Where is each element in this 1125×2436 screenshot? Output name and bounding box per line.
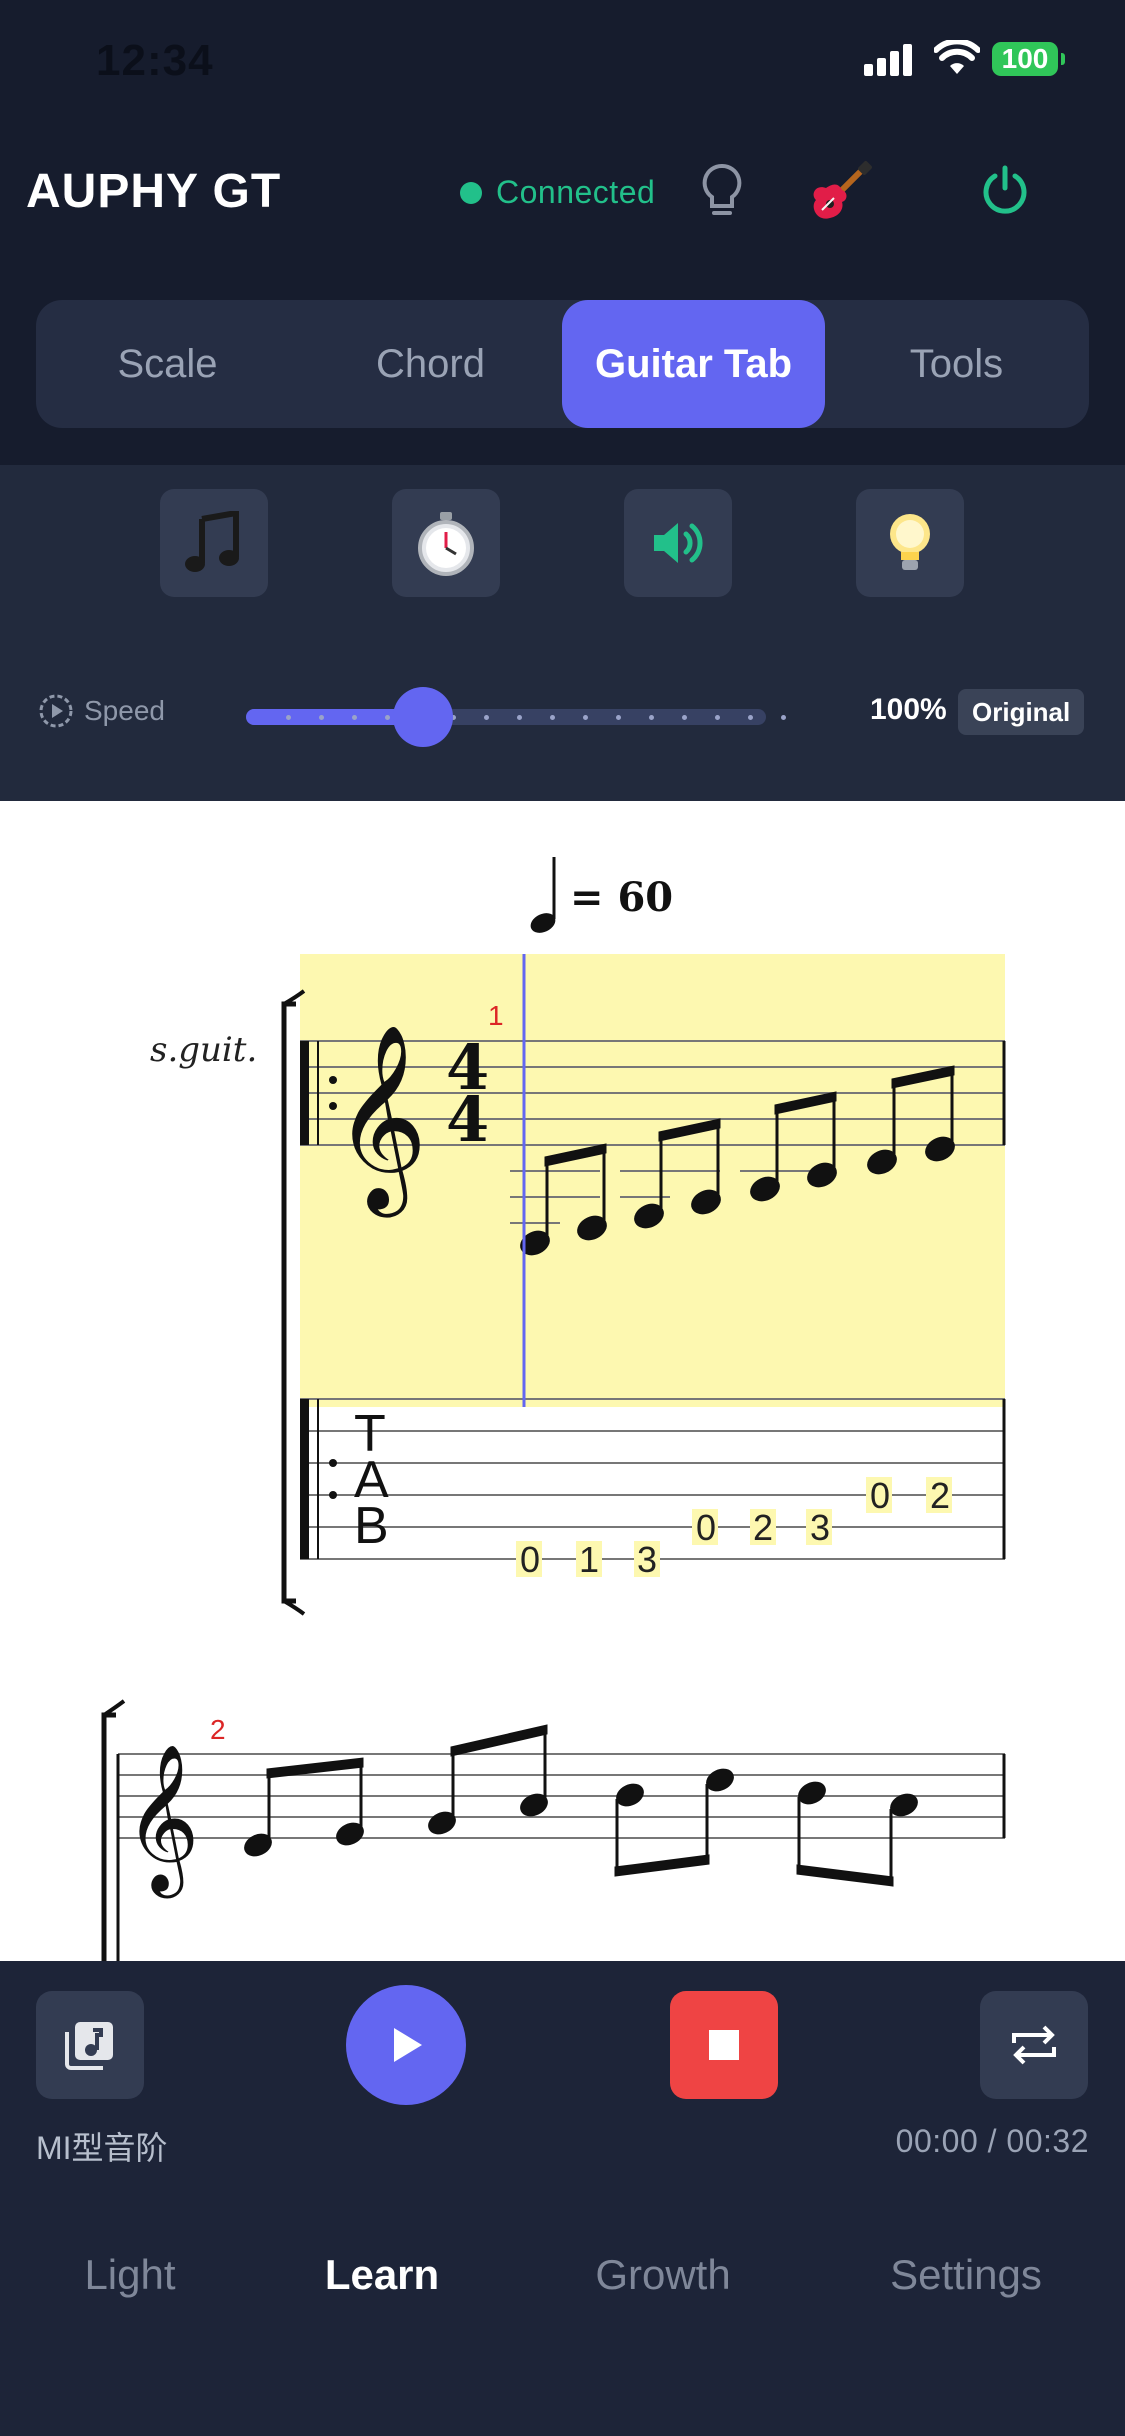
tools-panel: Speed 100% Original bbox=[0, 465, 1125, 801]
tab-tools[interactable]: Tools bbox=[825, 300, 1088, 428]
slider-tick bbox=[649, 715, 654, 720]
app-header: 12:34 100 AUPHY GT Connected Scale Chord… bbox=[0, 0, 1125, 465]
player-bar: MI型音阶 00:00 / 00:32 bbox=[0, 1961, 1125, 2181]
speaker-icon bbox=[654, 523, 703, 563]
guitar-icon[interactable] bbox=[808, 160, 872, 226]
light-button[interactable] bbox=[856, 489, 964, 597]
stop-button[interactable] bbox=[670, 1991, 778, 2099]
nav-settings[interactable]: Settings bbox=[836, 2251, 1096, 2299]
speed-icon bbox=[39, 694, 73, 728]
slider-tick bbox=[781, 715, 786, 720]
signal-icon bbox=[864, 44, 916, 76]
speed-original-badge[interactable]: Original bbox=[958, 689, 1085, 735]
connection-status: Connected bbox=[496, 174, 656, 210]
bottom-nav: Light Learn Growth Settings bbox=[0, 2181, 1125, 2436]
play-button[interactable] bbox=[346, 1985, 466, 2105]
slider-tick bbox=[550, 715, 555, 720]
system-bracket bbox=[101, 1712, 116, 1961]
nav-light[interactable]: Light bbox=[0, 2251, 260, 2299]
slider-tick bbox=[715, 715, 720, 720]
slider-tick bbox=[385, 715, 390, 720]
speed-slider-handle[interactable] bbox=[392, 687, 453, 747]
tab-number: 0 bbox=[696, 1507, 716, 1548]
music-note-button[interactable] bbox=[160, 489, 268, 597]
instrument-label: s.guit. bbox=[150, 1030, 257, 1070]
treble-clef-icon: 𝄞 bbox=[333, 1022, 428, 1218]
tab-number: 2 bbox=[930, 1475, 950, 1516]
tab-number: 1 bbox=[579, 1539, 599, 1580]
tab-number: 0 bbox=[870, 1475, 890, 1516]
battery-icon: 100 bbox=[992, 42, 1065, 76]
tab-scale[interactable]: Scale bbox=[36, 300, 299, 428]
connection-indicator bbox=[460, 182, 482, 204]
playlist-button[interactable] bbox=[36, 1991, 144, 2099]
power-icon[interactable] bbox=[980, 164, 1030, 216]
music-note-icon bbox=[185, 511, 239, 572]
tab-staff-lines bbox=[300, 1398, 1005, 1560]
song-name: MI型音阶 bbox=[36, 2130, 168, 2166]
status-time: 12:34 bbox=[96, 36, 214, 85]
slider-tick bbox=[616, 715, 621, 720]
svg-text:B: B bbox=[354, 1497, 389, 1555]
slider-tick bbox=[484, 715, 489, 720]
slider-tick bbox=[583, 715, 588, 720]
slider-tick bbox=[682, 715, 687, 720]
slider-tick bbox=[319, 715, 324, 720]
tempo-text: = 60 bbox=[570, 874, 673, 921]
time-signature-bottom: 4 bbox=[446, 1083, 489, 1156]
light-bulb-icon bbox=[890, 514, 930, 570]
measure-2-notes bbox=[244, 1724, 918, 1887]
tab-number: 3 bbox=[637, 1539, 657, 1580]
repeat-icon bbox=[1012, 2025, 1056, 2065]
slider-tick bbox=[286, 715, 291, 720]
tab-number: 0 bbox=[520, 1539, 540, 1580]
treble-clef-icon: 𝄞 bbox=[124, 1743, 200, 1898]
slider-tick bbox=[748, 715, 753, 720]
tab-number: 3 bbox=[810, 1507, 830, 1548]
tab-guitar-tab[interactable]: Guitar Tab bbox=[562, 300, 825, 428]
measure-number: 2 bbox=[210, 1714, 226, 1745]
app-title: AUPHY GT bbox=[26, 165, 282, 218]
speed-label: Speed bbox=[84, 695, 165, 726]
wifi-icon bbox=[934, 40, 980, 74]
light-bulb-icon[interactable] bbox=[700, 162, 744, 222]
nav-learn[interactable]: Learn bbox=[252, 2251, 512, 2299]
score-canvas: = 60 s.guit. 𝄞 4 4 1 T A B 0 1 3 0 2 3 0… bbox=[101, 857, 1006, 1961]
nav-growth[interactable]: Growth bbox=[533, 2251, 793, 2299]
stopwatch-icon bbox=[418, 512, 474, 576]
sheet-music[interactable]: = 60 s.guit. 𝄞 4 4 1 T A B 0 1 3 0 2 3 0… bbox=[0, 801, 1125, 1961]
music-library-icon bbox=[65, 2022, 113, 2070]
slider-tick bbox=[352, 715, 357, 720]
system-bracket bbox=[281, 1001, 296, 1604]
stop-icon bbox=[709, 2030, 739, 2060]
speed-value: 100% bbox=[870, 693, 947, 726]
tab-clef: T A B bbox=[354, 1405, 389, 1555]
repeat-button[interactable] bbox=[980, 1991, 1088, 2099]
metronome-button[interactable] bbox=[392, 489, 500, 597]
sound-button[interactable] bbox=[624, 489, 732, 597]
playback-time: 00:00 / 00:32 bbox=[895, 2123, 1089, 2159]
slider-tick bbox=[517, 715, 522, 720]
play-icon bbox=[394, 2028, 422, 2062]
tempo-marking: = 60 bbox=[530, 857, 673, 933]
mode-tabs: Scale Chord Guitar Tab Tools bbox=[36, 300, 1089, 428]
tab-chord[interactable]: Chord bbox=[299, 300, 562, 428]
staff-lines bbox=[118, 1753, 1005, 1839]
tab-number: 2 bbox=[753, 1507, 773, 1548]
measure-number: 1 bbox=[488, 1000, 504, 1031]
